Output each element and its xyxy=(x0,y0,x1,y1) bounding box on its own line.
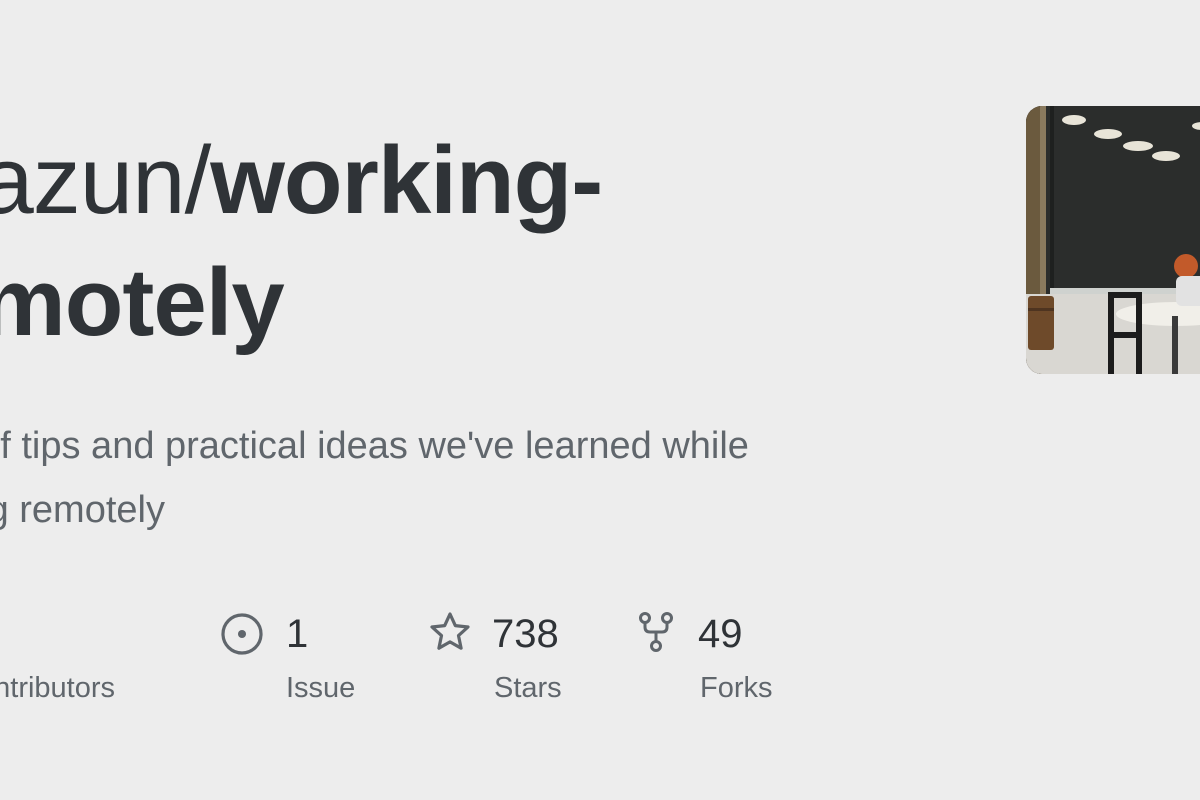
repo-description-line1: t of tips and practical ideas we've lear… xyxy=(0,425,749,467)
stat-stars-count: 738 xyxy=(492,612,559,656)
issue-opened-icon xyxy=(220,612,264,656)
repo-social-card: nazun/working-emotely t of tips and prac… xyxy=(0,0,1200,800)
repo-description-line2: ing remotely xyxy=(0,489,165,531)
stat-stars-label: Stars xyxy=(494,672,562,704)
repo-description: t of tips and practical ideas we've lear… xyxy=(0,414,948,542)
repo-separator: / xyxy=(184,127,212,234)
stat-forks-count: 49 xyxy=(698,612,743,656)
star-icon xyxy=(428,610,472,654)
stat-contributors-label: ontributors xyxy=(0,672,116,704)
stat-issues-label: Issue xyxy=(286,672,356,704)
repo-title[interactable]: nazun/working-emotely xyxy=(0,120,928,364)
stat-issues-count: 1 xyxy=(286,612,309,656)
repo-name-line1[interactable]: working- xyxy=(210,127,603,234)
owner-avatar[interactable] xyxy=(1026,106,1200,374)
stat-forks-label: Forks xyxy=(700,672,773,704)
repo-forked-icon xyxy=(634,610,678,654)
repo-name-line2[interactable]: emotely xyxy=(0,249,285,356)
repo-owner[interactable]: nazun xyxy=(0,127,186,234)
